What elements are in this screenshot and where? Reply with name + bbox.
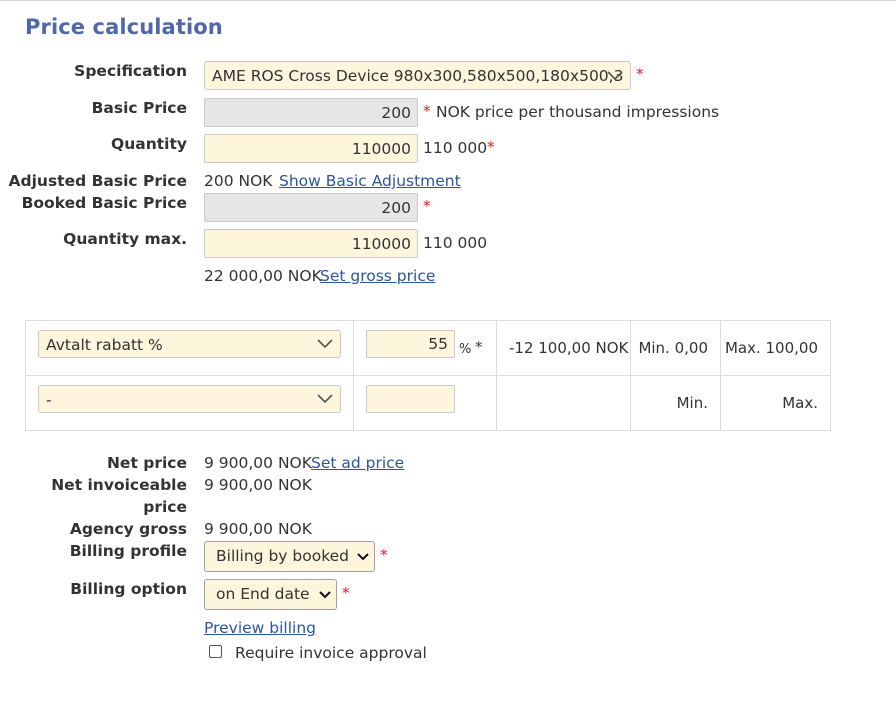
- require-invoice-approval-label: Require invoice approval: [235, 644, 427, 662]
- specification-required: *: [636, 65, 644, 83]
- discount-value-input[interactable]: 55: [366, 330, 455, 358]
- chevron-down-icon: [606, 62, 624, 89]
- net-invoiceable-price-label: Net invoiceable: [51, 476, 187, 494]
- agency-gross-label: Agency gross: [69, 520, 187, 538]
- chevron-down-icon: [318, 580, 332, 609]
- basic-price-field: 200: [204, 98, 418, 127]
- top-divider: [0, 0, 896, 1]
- billing-option-required: *: [342, 584, 350, 602]
- quantity-max-label: Quantity max.: [63, 230, 187, 248]
- booked-basic-price-field: 200: [204, 193, 418, 222]
- booked-basic-price-required: *: [423, 197, 431, 215]
- agency-gross-value: 9 900,00 NOK: [204, 520, 312, 538]
- quantity-label: Quantity: [111, 135, 187, 153]
- quantity-input[interactable]: 110000: [204, 134, 418, 163]
- discount-min: Min.: [676, 394, 708, 412]
- page-title: Price calculation: [25, 15, 223, 39]
- discount-max: Max.: [782, 394, 818, 412]
- billing-option-value: on End date: [216, 585, 310, 603]
- discount-row: - Min. Max.: [25, 375, 831, 431]
- chevron-down-icon: [316, 331, 334, 357]
- specification-value: AME ROS Cross Device 980x300,580x500,180…: [212, 67, 624, 85]
- billing-profile-value: Billing by booked: [216, 547, 349, 565]
- discount-type-select[interactable]: -: [38, 385, 341, 413]
- net-invoiceable-price-value: 9 900,00 NOK: [204, 476, 312, 494]
- discount-row: Avtalt rabatt % 55 % * -12 100,00 NOK Mi…: [25, 320, 831, 376]
- booked-basic-price-label: Booked Basic Price: [21, 194, 187, 212]
- specification-select[interactable]: AME ROS Cross Device 980x300,580x500,180…: [204, 61, 631, 90]
- discount-type-select[interactable]: Avtalt rabatt %: [38, 330, 341, 358]
- quantity-required: *: [487, 138, 495, 156]
- discount-max: Max. 100,00: [724, 339, 818, 357]
- set-ad-price-link[interactable]: Set ad price: [311, 454, 404, 472]
- specification-label: Specification: [74, 62, 187, 80]
- show-basic-adjustment-link[interactable]: Show Basic Adjustment: [279, 172, 461, 190]
- discount-type-value: -: [46, 391, 52, 409]
- net-price-value: 9 900,00 NOK: [204, 454, 312, 472]
- quantity-max-formatted: 110 000: [423, 234, 488, 252]
- discount-value-input[interactable]: [366, 385, 455, 413]
- billing-profile-required: *: [380, 546, 388, 564]
- discount-required: *: [475, 338, 483, 356]
- discount-min: Min. 0,00: [638, 339, 708, 357]
- chevron-down-icon: [356, 542, 370, 571]
- adjusted-basic-price-value: 200 NOK: [204, 172, 273, 190]
- adjusted-basic-price-label: Adjusted Basic Price: [8, 172, 188, 190]
- quantity-formatted: 110 000: [423, 139, 488, 157]
- preview-billing-link[interactable]: Preview billing: [204, 619, 316, 637]
- gross-price-value: 22 000,00 NOK: [204, 267, 322, 285]
- discount-amount: -12 100,00 NOK: [509, 339, 629, 357]
- billing-profile-select[interactable]: Billing by booked: [204, 541, 375, 572]
- chevron-down-icon: [316, 386, 334, 412]
- discount-table: Avtalt rabatt % 55 % * -12 100,00 NOK Mi…: [25, 320, 831, 431]
- basic-price-label: Basic Price: [91, 99, 187, 117]
- require-invoice-approval-checkbox[interactable]: [209, 645, 222, 658]
- discount-type-value: Avtalt rabatt %: [46, 336, 163, 354]
- quantity-max-input[interactable]: 110000: [204, 229, 418, 258]
- set-gross-price-link[interactable]: Set gross price: [320, 267, 435, 285]
- basic-price-unit-note: NOK price per thousand impressions: [436, 103, 720, 121]
- net-price-label: Net price: [106, 454, 187, 472]
- billing-option-label: Billing option: [70, 580, 187, 598]
- billing-profile-label: Billing profile: [69, 542, 187, 560]
- net-invoiceable-price-label-cont: price: [143, 498, 187, 516]
- billing-option-select[interactable]: on End date: [204, 579, 337, 610]
- discount-unit: %: [459, 341, 472, 357]
- basic-price-required: *: [423, 102, 431, 120]
